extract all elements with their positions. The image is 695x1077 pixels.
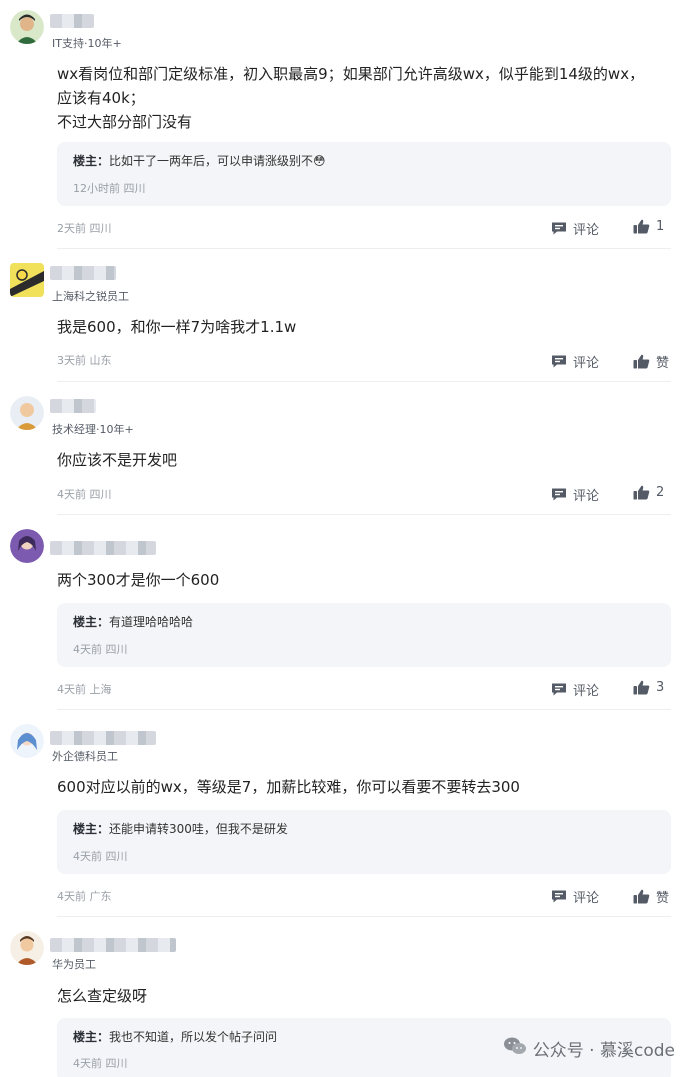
user-avatar[interactable] [10, 263, 44, 297]
comment-text: 600对应以前的wx，等级是7，加薪比较难，你可以看要不要转去300 [57, 778, 520, 796]
comment-meta: 4天前 上海 [57, 683, 112, 696]
thumbs-up-icon [633, 219, 650, 234]
thumbs-up-icon [633, 680, 650, 695]
username-blurred[interactable] [50, 731, 156, 745]
watermark-text: 公众号 · 慕溪code [532, 1041, 675, 1061]
comment-button[interactable]: 评论 [551, 352, 599, 371]
like-button[interactable]: 3 [633, 680, 664, 695]
reply-emoji: 😳 [313, 154, 326, 168]
comment-meta: 4天前 广东 [57, 890, 112, 903]
comment-text: 两个300才是你一个600 [57, 571, 220, 589]
comment-button-label: 评论 [573, 223, 600, 238]
username-blurred[interactable] [50, 14, 94, 28]
username-blurred[interactable] [50, 266, 116, 280]
watermark: 公众号 · 慕溪code [503, 1036, 675, 1061]
reply-text: 我也不知道，所以发个帖子问问 [109, 1030, 278, 1044]
username-blurred[interactable] [50, 541, 156, 555]
reply-text: 比如干了一两年后，可以申请涨级别不 [109, 154, 314, 168]
reply-meta: 4天前 四川 [73, 850, 128, 863]
like-button[interactable]: 赞 [633, 352, 669, 371]
comment-meta: 3天前 山东 [57, 354, 112, 367]
comment-button[interactable]: 评论 [551, 219, 599, 238]
reply-line: 楼主：比如干了一两年后，可以申请涨级别不😳 [73, 152, 326, 169]
reply-box: 楼主：比如干了一两年后，可以申请涨级别不😳 12小时前 四川 [57, 142, 671, 206]
comment-button-label: 评论 [573, 356, 600, 371]
comment-meta: 2天前 四川 [57, 222, 112, 235]
comment-bubble-icon [551, 487, 567, 502]
comment-text: 怎么查定级呀 [57, 987, 148, 1005]
comment-bubble-icon [551, 221, 567, 236]
user-avatar[interactable] [10, 396, 44, 430]
user-role: 外企德科员工 [52, 750, 118, 763]
comment-button[interactable]: 评论 [551, 680, 599, 699]
divider [57, 709, 671, 710]
thumbs-up-icon [633, 485, 650, 500]
reply-text: 还能申请转300哇，但我不是研发 [109, 822, 288, 836]
divider [57, 248, 671, 249]
divider [57, 916, 671, 917]
like-button[interactable]: 赞 [633, 887, 669, 906]
reply-text: 有道理哈哈哈哈 [109, 615, 194, 629]
comment-button[interactable]: 评论 [551, 485, 599, 504]
user-role: 华为员工 [52, 958, 96, 971]
comment-text: 我是600，和你一样7为啥我才1.1w [57, 318, 297, 336]
comment-button-label: 评论 [573, 489, 600, 504]
comment-button-label: 评论 [573, 684, 600, 699]
like-count: 2 [656, 485, 665, 500]
like-label: 赞 [656, 891, 670, 906]
reply-author[interactable]: 楼主： [73, 154, 109, 168]
comment-feed: IT支持·10年+ wx看岗位和部门定级标准，初入职最高9；如果部门允许高级wx… [0, 0, 695, 1077]
reply-author[interactable]: 楼主： [73, 1030, 109, 1044]
user-role: IT支持·10年+ [52, 37, 122, 50]
comment-bubble-icon [551, 354, 567, 369]
username-blurred[interactable] [50, 938, 176, 952]
reply-box: 楼主：有道理哈哈哈哈 4天前 四川 [57, 603, 671, 667]
reply-meta: 12小时前 四川 [73, 182, 146, 195]
comment-meta: 4天前 四川 [57, 488, 112, 501]
like-button[interactable]: 1 [633, 219, 664, 234]
comment-bubble-icon [551, 682, 567, 697]
username-blurred[interactable] [50, 399, 96, 413]
comment-text: 你应该不是开发吧 [57, 451, 178, 469]
reply-author[interactable]: 楼主： [73, 615, 109, 629]
reply-box: 楼主：还能申请转300哇，但我不是研发 4天前 四川 [57, 810, 671, 874]
comment-button[interactable]: 评论 [551, 887, 599, 906]
like-count: 1 [656, 219, 665, 234]
comment-bubble-icon [551, 889, 567, 904]
user-avatar[interactable] [10, 529, 44, 563]
user-avatar[interactable] [10, 931, 44, 965]
comment-button-label: 评论 [573, 891, 600, 906]
divider [57, 514, 671, 515]
reply-meta: 4天前 四川 [73, 643, 128, 656]
reply-meta: 4天前 四川 [73, 1057, 128, 1070]
user-avatar[interactable] [10, 724, 44, 758]
reply-line: 楼主：还能申请转300哇，但我不是研发 [73, 820, 288, 837]
reply-line: 楼主：我也不知道，所以发个帖子问问 [73, 1028, 277, 1045]
like-label: 赞 [656, 356, 670, 371]
like-button[interactable]: 2 [633, 485, 664, 500]
thumbs-up-icon [633, 889, 650, 904]
like-count: 3 [656, 680, 665, 695]
user-role: 上海科之锐员工 [52, 290, 129, 303]
user-avatar[interactable] [10, 10, 44, 44]
comment-text: wx看岗位和部门定级标准，初入职最高9；如果部门允许高级wx，似乎能到14级的w… [57, 65, 645, 131]
user-role: 技术经理·10年+ [52, 423, 134, 436]
reply-author[interactable]: 楼主： [73, 822, 109, 836]
wechat-icon [503, 1036, 527, 1061]
divider [57, 381, 671, 382]
thumbs-up-icon [633, 354, 650, 369]
reply-line: 楼主：有道理哈哈哈哈 [73, 613, 193, 630]
